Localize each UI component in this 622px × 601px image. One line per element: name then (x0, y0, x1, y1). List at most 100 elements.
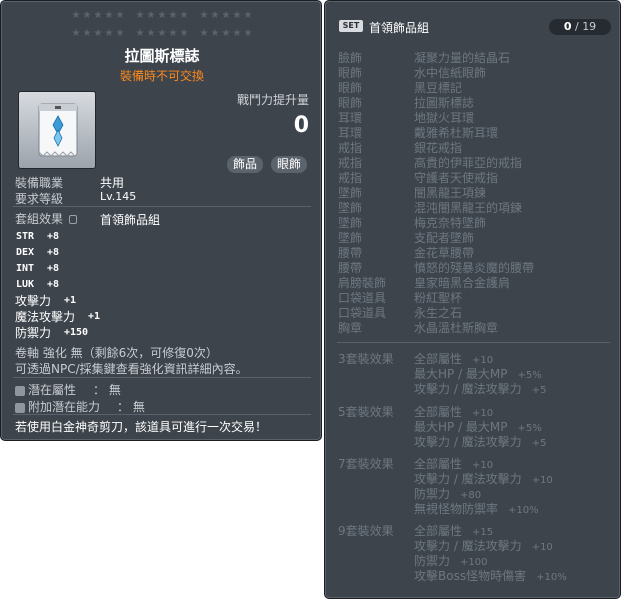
star-icon: ★ (93, 10, 103, 21)
stat-defense-name: 防禦力 (15, 326, 52, 340)
star-icon: ★ (115, 28, 125, 39)
star-icon: ★ (82, 28, 92, 39)
star-icon: ★ (157, 10, 167, 21)
item-icon-frame (18, 91, 96, 169)
star-icon: ★ (135, 10, 145, 21)
category-tag-eye: 眼飾 (271, 156, 308, 173)
star-icon: ★ (243, 10, 253, 21)
set-title: 首領飾品組 (369, 21, 430, 35)
set-bonus-text: 攻擊力 / 魔法攻擊力 (414, 472, 522, 486)
set-info-panel: SET 首領飾品組 0 / 19 臉飾 凝聚力量的結晶石 眼飾 水中信紙眼飾 眼飾 黑豆標… (324, 0, 621, 599)
set-count-total: 19 (582, 20, 597, 33)
lock-icon (68, 215, 77, 224)
additional-potential-label: 附加潛在能力 (28, 400, 101, 414)
stat-magic-attack-name: 魔法攻擊力 (15, 310, 76, 324)
star-icon: ★ (104, 10, 114, 21)
star-icon: ★ (115, 10, 125, 21)
set-effect-name: 首領飾品組 (100, 213, 161, 227)
star-icon: ★ (199, 28, 209, 39)
set-bonus-value: +5 (531, 385, 547, 396)
combat-power-value: 0 (293, 113, 309, 138)
stat-str-value: +8 (47, 231, 60, 242)
job-value: 共用 (100, 176, 125, 190)
star-icon: ★ (146, 10, 156, 21)
upgrade-info: 卷軸 強化 無（剩餘6次，可修復0次） (15, 346, 218, 360)
set-bonus-line: 攻擊Boss怪物時傷害 +10% (414, 567, 567, 584)
set-bonus-header: 9套裝效果 (338, 524, 394, 538)
star-icon: ★ (168, 10, 178, 21)
set-bonus-text: 無視怪物防禦率 (414, 502, 499, 516)
set-bonus-text: 全部屬性 (414, 405, 463, 419)
star-icon: ★ (210, 10, 220, 21)
job-label: 裝備職業 (15, 176, 64, 190)
stat-int-name: INT (16, 263, 35, 274)
stat-luk-name: LUK (16, 279, 35, 290)
additional-potential-row: 附加潛在能力 (15, 398, 100, 415)
set-count: 0 / 19 (549, 19, 611, 35)
set-bonus-value: +10 (531, 475, 553, 486)
set-count-current: 0 (563, 20, 572, 33)
potential-label: 潛在屬性 (28, 383, 77, 397)
stat-luk-value: +8 (47, 279, 60, 290)
star-icon: ★ (157, 28, 167, 39)
star-icon: ★ (179, 28, 189, 39)
star-icon: ★ (210, 28, 220, 39)
set-bonus-text: 攻擊力 / 魔法攻擊力 (414, 539, 522, 553)
set-bonus-line: 無視怪物防禦率 +10% (414, 500, 539, 517)
stat-attack-name: 攻擊力 (15, 294, 52, 308)
set-bonus-header: 5套裝效果 (338, 405, 394, 419)
star-icon: ★ (104, 28, 114, 39)
star-icon: ★ (135, 28, 145, 39)
set-bonus-header: 7套裝效果 (338, 457, 394, 471)
set-bonus-text: 最大HP / 最大MP (414, 420, 508, 434)
divider (13, 377, 311, 378)
divider (337, 342, 610, 343)
set-bonus-text: 最大HP / 最大MP (414, 367, 508, 381)
item-name: 拉圖斯標誌 (124, 47, 200, 65)
set-bonus-text: 全部屬性 (414, 457, 463, 471)
set-bonus-value: +10 (531, 542, 553, 553)
star-icon: ★ (232, 28, 242, 39)
star-icon: ★ (71, 28, 81, 39)
item-tooltip: ★ ★ ★ ★ ★ ★ ★ ★ ★ ★ ★ ★ ★ ★ ★ ★ ★ ★ ★ ★ ★ ★ ★ ★ ★ ★ ★ ★ ★ ★ 拉圖斯標… (0, 0, 322, 441)
set-bonus-text: 防禦力 (414, 487, 451, 501)
set-badge: SET (339, 20, 363, 32)
star-icon: ★ (232, 10, 242, 21)
additional-potential-value: ： 無 (117, 400, 145, 414)
set-bonus-text: 防禦力 (414, 554, 451, 568)
divider (13, 206, 311, 207)
set-bonus-value: +10% (508, 505, 539, 516)
star-icon: ★ (199, 10, 209, 21)
combat-power-label: 戰鬥力提升量 (236, 93, 309, 107)
stat-attack-value: +1 (64, 295, 77, 306)
set-bonus-text: 全部屬性 (414, 352, 463, 366)
level-value: Lv.145 (100, 190, 137, 203)
stat-defense-value: +150 (64, 327, 89, 338)
set-effect-label: 套組效果 (15, 210, 77, 227)
trade-restriction-note: 裝備時不可交換 (119, 69, 204, 83)
scissors-note: 若使用白金神奇剪刀，該道具可進行一次交易！ (15, 420, 268, 434)
star-force-row-2: ★ ★ ★ ★ ★ ★ ★ ★ ★ ★ ★ ★ ★ ★ ★ (1, 29, 323, 39)
set-bonus-header: 3套裝效果 (338, 352, 394, 366)
npc-info: 可透過NPC/採集鍵查看強化資訊詳細內容。 (15, 362, 248, 376)
star-icon: ★ (221, 28, 231, 39)
set-bonus-text: 全部屬性 (414, 524, 463, 538)
level-label: 要求等級 (15, 192, 64, 206)
set-bonus-line: 攻擊力 / 魔法攻擊力 +5 (414, 433, 546, 450)
star-icon: ★ (71, 10, 81, 21)
additional-potential-icon (15, 402, 25, 413)
set-piece-slot: 胸章 (338, 321, 363, 335)
set-bonus-value: +10% (536, 572, 567, 583)
set-bonus-text: 攻擊力 / 魔法攻擊力 (414, 435, 522, 449)
emblem-icon (38, 103, 78, 157)
star-icon: ★ (146, 28, 156, 39)
set-count-separator: / (574, 20, 579, 33)
set-bonus-text: 攻擊力 / 魔法攻擊力 (414, 382, 522, 396)
divider (13, 414, 311, 415)
potential-icon (15, 385, 25, 396)
star-icon: ★ (168, 28, 178, 39)
stat-dex-name: DEX (16, 247, 35, 258)
category-tag-accessory: 飾品 (227, 156, 264, 173)
set-bonus-text: 攻擊Boss怪物時傷害 (414, 569, 527, 583)
star-icon: ★ (179, 10, 189, 21)
